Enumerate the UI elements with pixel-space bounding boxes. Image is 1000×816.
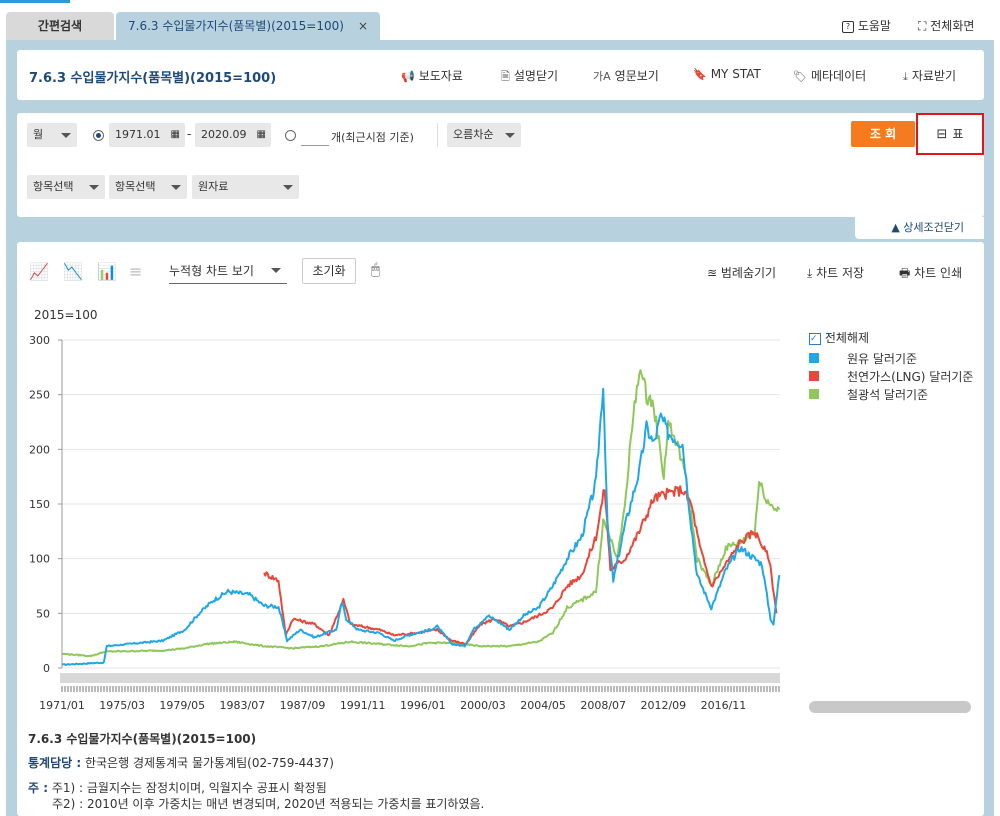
chart-grid (62, 339, 780, 669)
chart-svg: 2015=100 0 50 100 150 200 250 300 1971/01 1975/03… (29, 308, 781, 712)
y-tick-label: 300 (29, 334, 50, 347)
y-tick-label: 50 (36, 607, 50, 620)
x-tick-label: 2004/05 (520, 699, 566, 712)
footer-contact: 통계담당 : 한국은행 경제통계국 물가통계팀(02-759-4437) (28, 754, 334, 771)
x-tick-label: 1983/07 (220, 699, 266, 712)
x-tick-label: 1996/01 (400, 699, 446, 712)
x-tick-label: 1991/11 (340, 699, 386, 712)
note1-text: 주1) : 금월지수는 잠정치이며, 익월지수 공표시 확정됨 (51, 781, 327, 795)
x-navigator-ticks (61, 686, 780, 692)
x-tick-label: 2012/09 (640, 699, 686, 712)
contact-label: 통계담당 : (28, 756, 82, 770)
x-navigator-bar[interactable] (60, 673, 780, 683)
x-tick-label: 2016/11 (701, 699, 747, 712)
y-tick-label: 250 (29, 389, 50, 402)
y-unit-label: 2015=100 (34, 308, 98, 322)
x-tick-label: 2008/07 (580, 699, 626, 712)
y-tick-label: 200 (29, 443, 50, 456)
x-tick-label: 2000/03 (460, 699, 506, 712)
y-tick-label: 0 (43, 662, 50, 675)
contact-value: 한국은행 경제통계국 물가통계팀(02-759-4437) (84, 756, 334, 770)
x-tick-label: 1979/05 (159, 699, 205, 712)
footer-note-2: 주2) : 2010년 이후 가중치는 매년 변경되며, 2020년 적용되는 … (52, 797, 485, 811)
y-tick-label: 150 (29, 498, 50, 511)
footer-title: 7.6.3 수입물가지수(품목별)(2015=100) (28, 732, 257, 746)
x-tick-label: 1987/09 (280, 699, 326, 712)
x-tick-label: 1971/01 (39, 699, 85, 712)
x-tick-label: 1975/03 (99, 699, 145, 712)
y-tick-label: 100 (29, 553, 50, 566)
chart-lines (61, 369, 781, 666)
note-label: 주 : (28, 781, 49, 795)
footer-note-1: 주 : 주1) : 금월지수는 잠정치이며, 익월지수 공표시 확정됨 (28, 779, 327, 796)
